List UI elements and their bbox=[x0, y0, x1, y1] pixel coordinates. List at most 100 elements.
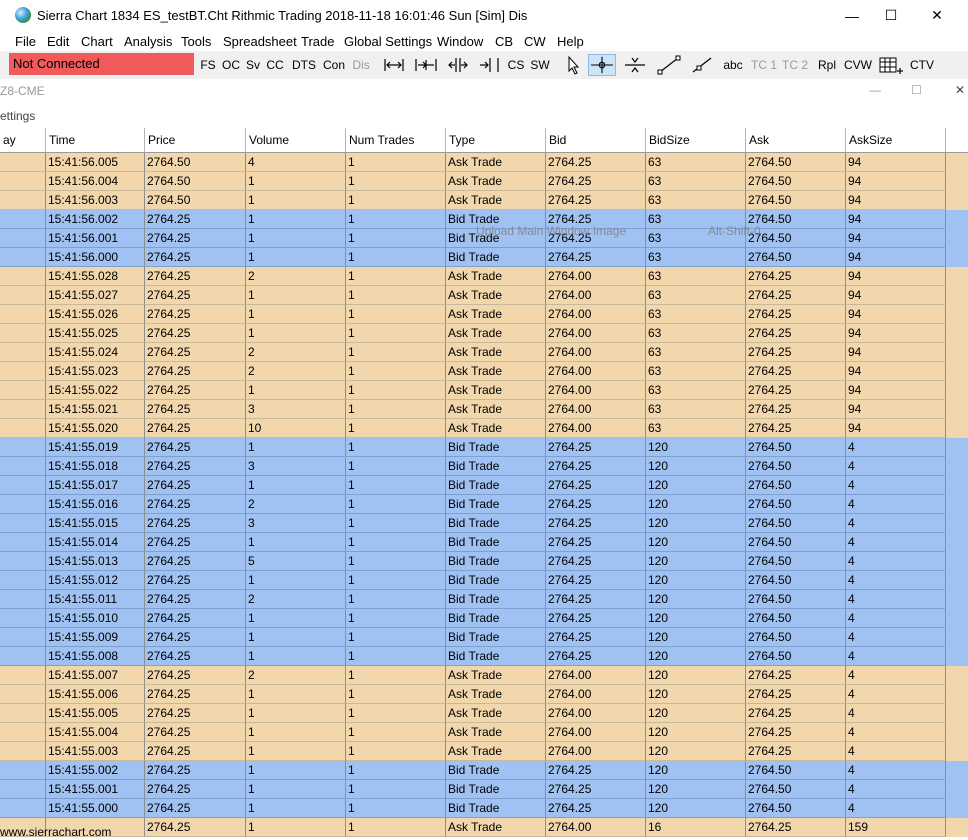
tc2-button[interactable]: TC 2 bbox=[781, 54, 809, 76]
abc-button[interactable]: abc bbox=[721, 54, 745, 76]
cell-volume: 1 bbox=[246, 609, 346, 628]
cell-num-trades: 1 bbox=[346, 172, 446, 191]
table-row[interactable]: 15:41:55.019 2764.25 1 1 Bid Trade 2764.25 120… bbox=[0, 438, 968, 457]
menu-trade[interactable]: Trade bbox=[301, 34, 334, 49]
subwindow-close-button[interactable]: ✕ bbox=[955, 83, 965, 97]
dts-button[interactable]: DTS bbox=[290, 54, 318, 76]
table-row[interactable]: 15:41:55.005 2764.25 1 1 Ask Trade 2764.00 120… bbox=[0, 704, 968, 723]
scroll-left-icon[interactable] bbox=[444, 54, 472, 76]
menu-help[interactable]: Help bbox=[557, 34, 584, 49]
cell-num-trades: 1 bbox=[346, 723, 446, 742]
table-row[interactable]: 15:41:55.004 2764.25 1 1 Ask Trade 2764.00 120… bbox=[0, 723, 968, 742]
table-row[interactable]: 15:41:55.023 2764.25 2 1 Ask Trade 2764.00 63 2… bbox=[0, 362, 968, 381]
column-header-asksize[interactable]: AskSize bbox=[846, 128, 946, 152]
cell-price: 2764.25 bbox=[145, 571, 246, 590]
scroll-right-icon[interactable] bbox=[476, 54, 504, 76]
cell-ask: 2764.25 bbox=[746, 324, 846, 343]
cs-button[interactable]: CS bbox=[506, 54, 526, 76]
cell-bid: 2764.00 bbox=[546, 666, 646, 685]
pointer-icon[interactable] bbox=[560, 54, 588, 76]
table-row[interactable]: 15:41:55.000 2764.25 1 1 Bid Trade 2764.25 120… bbox=[0, 799, 968, 818]
compress-horizontal-icon[interactable] bbox=[412, 54, 440, 76]
fs-button[interactable]: FS bbox=[198, 54, 218, 76]
table-row[interactable]: 15:41:55.009 2764.25 1 1 Bid Trade 2764.25 120… bbox=[0, 628, 968, 647]
table-row[interactable]: 15:41:55.018 2764.25 3 1 Bid Trade 2764.25 120… bbox=[0, 457, 968, 476]
con-button[interactable]: Con bbox=[322, 54, 346, 76]
cell-time: 15:41:55.021 bbox=[46, 400, 145, 419]
menu-global-settings[interactable]: Global Settings bbox=[344, 34, 432, 49]
table-row[interactable]: 15:41:55.028 2764.25 2 1 Ask Trade 2764.00 63 2… bbox=[0, 267, 968, 286]
cell-ask: 2764.50 bbox=[746, 172, 846, 191]
table-row[interactable]: 15:41:55.010 2764.25 1 1 Bid Trade 2764.25 120… bbox=[0, 609, 968, 628]
menu-file[interactable]: File bbox=[15, 34, 36, 49]
ctv-button[interactable]: CTV bbox=[908, 54, 936, 76]
tc1-button[interactable]: TC 1 bbox=[750, 54, 778, 76]
line-tool-icon[interactable] bbox=[655, 54, 683, 76]
cc-button[interactable]: CC bbox=[264, 54, 286, 76]
table-row[interactable]: 15:41:55.027 2764.25 1 1 Ask Trade 2764.00 63 2… bbox=[0, 286, 968, 305]
cell-price: 2764.25 bbox=[145, 685, 246, 704]
table-row[interactable]: 15:41:55.017 2764.25 1 1 Bid Trade 2764.25 120… bbox=[0, 476, 968, 495]
table-row[interactable]: 15:41:56.003 2764.50 1 1 Ask Trade 2764.25 63 2… bbox=[0, 191, 968, 210]
column-header-ask[interactable]: Ask bbox=[746, 128, 846, 152]
column-header-price[interactable]: Price bbox=[145, 128, 246, 152]
table-row[interactable]: 2764.25 1 1 Ask Trade 2764.00 16 2764.25 159 bbox=[0, 818, 968, 837]
crosshair-icon[interactable] bbox=[588, 54, 616, 76]
table-row[interactable]: 15:41:55.016 2764.25 2 1 Bid Trade 2764.25 120… bbox=[0, 495, 968, 514]
oc-button[interactable]: OC bbox=[220, 54, 242, 76]
menu-edit[interactable]: Edit bbox=[47, 34, 69, 49]
table-row[interactable]: 15:41:55.014 2764.25 1 1 Bid Trade 2764.25 120… bbox=[0, 533, 968, 552]
table-row[interactable]: 15:41:56.004 2764.50 1 1 Ask Trade 2764.25 63 2… bbox=[0, 172, 968, 191]
subwindow-minimize-button[interactable]: — bbox=[869, 83, 881, 97]
menu-tools[interactable]: Tools bbox=[181, 34, 211, 49]
cell-asksize: 94 bbox=[846, 267, 946, 286]
table-row[interactable]: 15:41:55.024 2764.25 2 1 Ask Trade 2764.00 63 2… bbox=[0, 343, 968, 362]
table-row[interactable]: 15:41:55.011 2764.25 2 1 Bid Trade 2764.25 120… bbox=[0, 590, 968, 609]
sv-button[interactable]: Sv bbox=[244, 54, 262, 76]
menu-chart[interactable]: Chart bbox=[81, 34, 113, 49]
table-plus-icon[interactable] bbox=[877, 54, 905, 76]
sw-button[interactable]: SW bbox=[529, 54, 551, 76]
table-row[interactable]: 15:41:56.005 2764.50 4 1 Ask Trade 2764.25 63 2… bbox=[0, 153, 968, 172]
close-button[interactable]: ✕ bbox=[914, 0, 960, 31]
expand-horizontal-icon[interactable] bbox=[380, 54, 408, 76]
rpl-button[interactable]: Rpl bbox=[816, 54, 838, 76]
table-row[interactable]: 15:41:55.021 2764.25 3 1 Ask Trade 2764.00 63 2… bbox=[0, 400, 968, 419]
column-header-volume[interactable]: Volume bbox=[246, 128, 346, 152]
cvw-button[interactable]: CVW bbox=[843, 54, 873, 76]
table-row[interactable]: 15:41:55.013 2764.25 5 1 Bid Trade 2764.25 120… bbox=[0, 552, 968, 571]
time-and-sales-table[interactable]: 15:41:56.005 2764.50 4 1 Ask Trade 2764.25 63 2… bbox=[0, 153, 968, 840]
table-row[interactable]: 15:41:55.002 2764.25 1 1 Bid Trade 2764.25 120… bbox=[0, 761, 968, 780]
table-row[interactable]: 15:41:55.022 2764.25 1 1 Ask Trade 2764.00 63 2… bbox=[0, 381, 968, 400]
table-row[interactable]: 15:41:55.020 2764.25 10 1 Ask Trade 2764.00 63… bbox=[0, 419, 968, 438]
settings-link[interactable]: ettings bbox=[0, 109, 35, 123]
menu-cb[interactable]: CB bbox=[495, 34, 513, 49]
column-header-bid[interactable]: Bid bbox=[546, 128, 646, 152]
table-row[interactable]: 15:41:55.026 2764.25 1 1 Ask Trade 2764.00 63 2… bbox=[0, 305, 968, 324]
table-row[interactable]: 15:41:56.000 2764.25 1 1 Bid Trade 2764.25 63 2… bbox=[0, 248, 968, 267]
table-row[interactable]: 15:41:55.012 2764.25 1 1 Bid Trade 2764.25 120… bbox=[0, 571, 968, 590]
table-row[interactable]: 15:41:55.015 2764.25 3 1 Bid Trade 2764.25 120… bbox=[0, 514, 968, 533]
table-row[interactable]: 15:41:55.008 2764.25 1 1 Bid Trade 2764.25 120… bbox=[0, 647, 968, 666]
column-header-num-trades[interactable]: Num Trades bbox=[346, 128, 446, 152]
subwindow-maximize-button[interactable]: ☐ bbox=[911, 83, 922, 97]
column-header-time[interactable]: Time bbox=[46, 128, 145, 152]
menu-analysis[interactable]: Analysis bbox=[124, 34, 172, 49]
column-header-type[interactable]: Type bbox=[446, 128, 546, 152]
menu-window[interactable]: Window bbox=[437, 34, 483, 49]
connection-status[interactable]: Not Connected bbox=[9, 53, 194, 75]
column-header-day[interactable]: ay bbox=[0, 128, 46, 152]
table-row[interactable]: 15:41:55.003 2764.25 1 1 Ask Trade 2764.00 120… bbox=[0, 742, 968, 761]
menu-cw[interactable]: CW bbox=[524, 34, 546, 49]
table-row[interactable]: 15:41:55.006 2764.25 1 1 Ask Trade 2764.00 120… bbox=[0, 685, 968, 704]
column-header-bidsize[interactable]: BidSize bbox=[646, 128, 746, 152]
marker-icon[interactable] bbox=[621, 54, 649, 76]
table-row[interactable]: 15:41:55.001 2764.25 1 1 Bid Trade 2764.25 120… bbox=[0, 780, 968, 799]
table-row[interactable]: 15:41:55.007 2764.25 2 1 Ask Trade 2764.00 120… bbox=[0, 666, 968, 685]
maximize-button[interactable]: ☐ bbox=[868, 0, 914, 31]
table-row[interactable]: 15:41:55.025 2764.25 1 1 Ask Trade 2764.00 63 2… bbox=[0, 324, 968, 343]
ray-tool-icon[interactable] bbox=[688, 54, 716, 76]
cell-volume: 5 bbox=[246, 552, 346, 571]
menu-spreadsheet[interactable]: Spreadsheet bbox=[223, 34, 297, 49]
dis-button[interactable]: Dis bbox=[350, 54, 372, 76]
